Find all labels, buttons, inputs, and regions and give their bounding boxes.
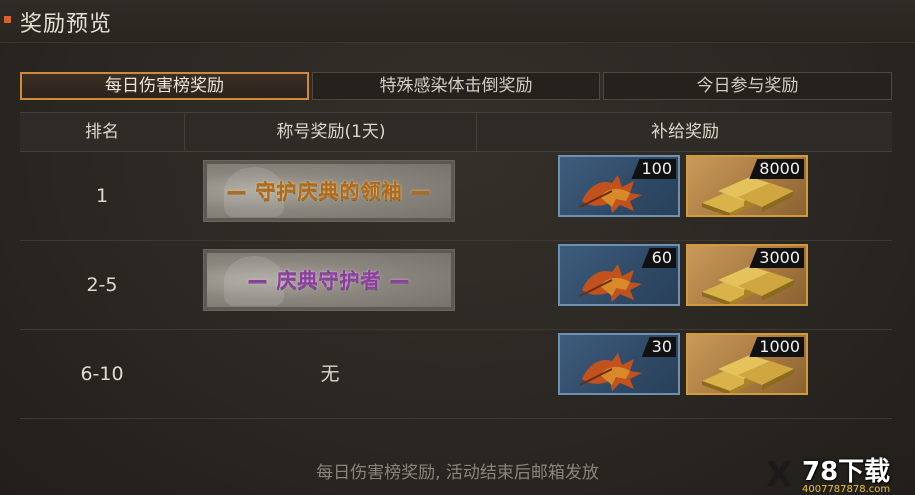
watermark-brand: 78下载 [802, 457, 891, 487]
rank-value: 1 [95, 185, 109, 207]
title-badge[interactable]: — 守护庆典的领袖 — [203, 160, 455, 222]
title-badge-text: — 庆典守护者 — [247, 268, 411, 292]
tab-daily-participation[interactable]: 今日参与奖励 [603, 72, 892, 100]
column-header-supply-reward: 补给奖励 [476, 113, 893, 151]
watermark-x-icon: X [766, 455, 797, 495]
title-reward-cell: — 守护庆典的领袖 — [184, 152, 476, 240]
supply-reward-cell: 100 8000 [476, 152, 892, 240]
title-reward-cell: — 庆典守护者 — [184, 241, 476, 329]
title-marker-icon [4, 16, 11, 23]
column-header-rank: 排名 [85, 122, 119, 142]
watermark-logo: X 78下载 4007787878.com [760, 458, 915, 495]
title-reward-cell: 无 [184, 330, 476, 418]
column-header-title-reward: 称号奖励(1天) [184, 113, 477, 151]
title-badge-text: — 守护庆典的领袖 — [226, 179, 432, 203]
item-count: 8000 [749, 159, 804, 179]
supply-reward-cell: 60 3000 [476, 241, 892, 329]
watermark-url: 4007787878.com [802, 484, 891, 495]
title-bar: 奖励预览 [0, 0, 915, 43]
tab-daily-damage[interactable]: 每日伤害榜奖励 [20, 72, 309, 100]
maple-leaf-item[interactable]: 30 [558, 333, 680, 395]
gold-bars-item[interactable]: 3000 [686, 244, 808, 306]
supply-reward-cell: 30 1000 [476, 330, 892, 418]
no-title-text: 无 [320, 363, 340, 385]
title-badge[interactable]: — 庆典守护者 — [203, 249, 455, 311]
gold-bars-item[interactable]: 8000 [686, 155, 808, 217]
rank-value: 6-10 [80, 363, 124, 385]
item-count: 1000 [749, 337, 804, 357]
tab-special-infected[interactable]: 特殊感染体击倒奖励 [312, 72, 600, 100]
table-header: 排名 称号奖励(1天) 补给奖励 [20, 112, 892, 152]
table-row: 6-10 无 30 1000 [20, 330, 892, 419]
table-row: 2-5 — 庆典守护者 — 60 3000 [20, 241, 892, 330]
maple-leaf-item[interactable]: 100 [558, 155, 680, 217]
item-count: 3000 [749, 248, 804, 268]
rank-value: 2-5 [86, 274, 118, 296]
reward-tabs: 每日伤害榜奖励 特殊感染体击倒奖励 今日参与奖励 [20, 72, 892, 102]
page-title: 奖励预览 [20, 12, 113, 37]
maple-leaf-item[interactable]: 60 [558, 244, 680, 306]
table-row: 1 — 守护庆典的领袖 — 100 8000 [20, 152, 892, 241]
reward-preview-panel: 奖励预览 每日伤害榜奖励 特殊感染体击倒奖励 今日参与奖励 排名 称号奖励(1天… [0, 0, 915, 495]
gold-bars-item[interactable]: 1000 [686, 333, 808, 395]
